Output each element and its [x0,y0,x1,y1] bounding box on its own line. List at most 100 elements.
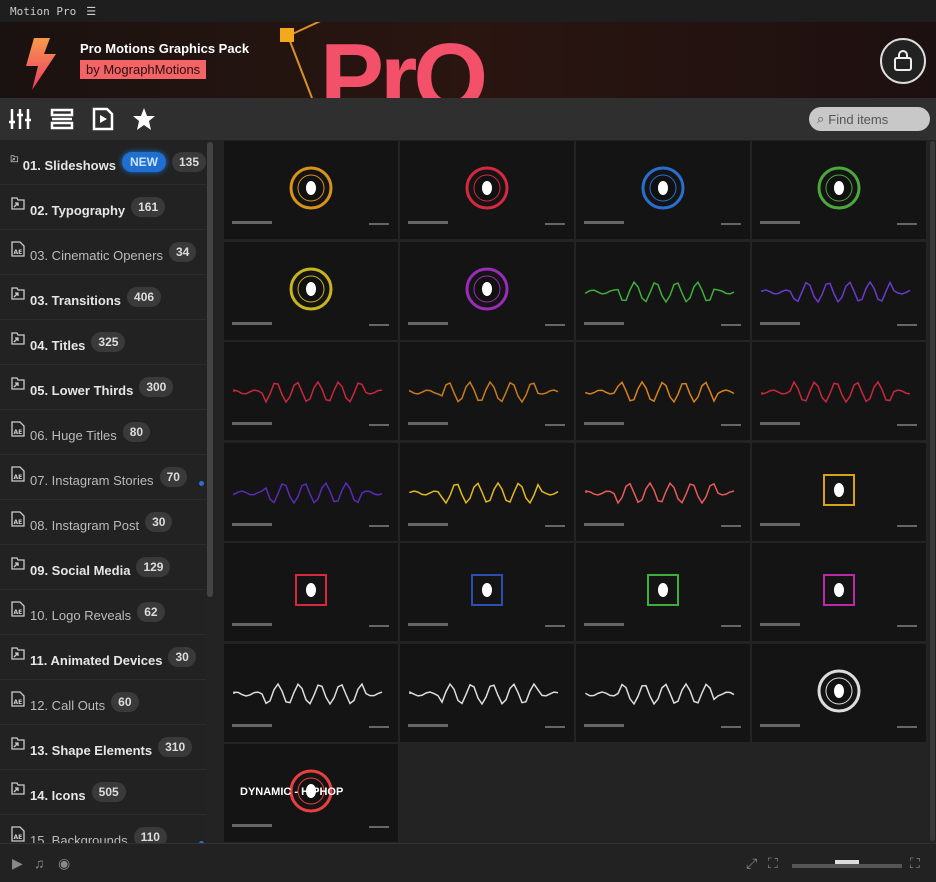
fullscreen-icon[interactable]: ⛶ [768,855,778,872]
fit-icon[interactable]: ⤢ [746,855,757,872]
grid-scrollbar[interactable] [930,141,935,841]
sliders-icon[interactable] [8,107,32,131]
banner[interactable]: Pro Motions Graphics Pack by MographMoti… [0,22,936,98]
sidebar-item[interactable]: 11. Animated Devices 30 [0,635,206,680]
thumbnail-art-icon [224,141,398,239]
item-count-badge: 62 [137,602,165,622]
thumbnail-art-icon [752,342,926,440]
template-thumbnail[interactable] [576,241,750,340]
template-thumbnail[interactable] [752,442,926,541]
template-thumbnail[interactable] [576,643,750,742]
template-thumbnail[interactable] [400,342,574,440]
thumbnail-art-icon [400,141,574,239]
svg-text:AE: AE [14,609,23,616]
svg-text:AE: AE [14,519,23,526]
template-thumbnail[interactable] [752,342,926,440]
sidebar-item[interactable]: 02. Typography 161 [0,185,206,230]
template-thumbnail[interactable] [576,442,750,541]
template-thumbnail[interactable] [752,643,926,742]
template-thumbnail[interactable] [576,141,750,239]
template-thumbnail[interactable]: DYNAMIC - HIPHOP [224,744,398,842]
sidebar-item[interactable]: AE 03. Cinematic Openers 34 [0,230,206,275]
play-file-icon[interactable] [91,107,115,131]
banner-author[interactable]: by MographMotions [80,60,207,79]
sidebar-item[interactable]: 05. Lower Thirds 300 [0,365,206,410]
sidebar-item-label: 08. Instagram Post [30,517,140,533]
sidebar-item[interactable]: 13. Shape Elements 310 [0,725,206,770]
thumbnail-caption: DYNAMIC - HIPHOP [240,786,344,798]
folder-link-icon [11,377,25,390]
sidebar-item-label: 15. Backgrounds [30,832,128,844]
sidebar-item-label: 03. Transitions [30,292,122,308]
template-thumbnail[interactable] [400,241,574,340]
item-count-badge: 135 [171,152,206,172]
banner-art-text: PrO [320,24,488,99]
thumbnail-art-icon [400,643,574,742]
sidebar-item-label: 10. Logo Reveals [30,607,132,623]
template-thumbnail[interactable] [400,141,574,239]
thumbnail-art-icon [400,543,574,641]
sidebar-item[interactable]: AE 15. Backgrounds 110 [0,815,206,843]
folder-link-icon [11,647,25,660]
expand-icon[interactable]: ⛶ [910,855,920,872]
sidebar-item[interactable]: 09. Social Media 129 [0,545,206,590]
item-count-badge: 30 [168,647,196,667]
thumbnail-art-icon [576,643,750,742]
template-thumbnail[interactable] [400,442,574,541]
thumbnail-art-icon [752,643,926,742]
sidebar-item[interactable]: 14. Icons 505 [0,770,206,815]
sidebar-item[interactable]: AE 10. Logo Reveals 62 [0,590,206,635]
item-count-badge: 30 [145,512,173,532]
banner-title: Pro Motions Graphics Pack [80,41,250,56]
template-thumbnail[interactable] [576,342,750,440]
template-thumbnail[interactable] [224,241,398,340]
template-thumbnail[interactable] [224,543,398,641]
hamburger-icon[interactable]: ☰ [86,5,96,18]
sidebar-item-label: 06. Huge Titles [30,427,117,443]
thumb-size-slider[interactable] [792,860,902,868]
video-icon[interactable]: ▶ [12,855,23,872]
ae-file-icon: AE [11,601,25,617]
sidebar-item-label: 11. Animated Devices [30,652,163,668]
sidebar-item[interactable]: 04. Titles 325 [0,320,206,365]
item-count-badge: 161 [131,197,166,217]
template-thumbnail[interactable] [752,141,926,239]
search-input[interactable]: ⌕ Find items [809,107,930,131]
toggle-icon[interactable]: ◉ [58,855,70,872]
shop-bag-button[interactable] [880,38,926,84]
template-thumbnail[interactable] [224,342,398,440]
template-thumbnail[interactable] [752,543,926,641]
sidebar-item-label: 09. Social Media [30,562,131,578]
thumbnail-art-icon [752,442,926,541]
thumbnail-art-icon [576,342,750,440]
item-count-badge: 110 [133,827,167,843]
svg-text:AE: AE [14,834,23,841]
template-thumbnail[interactable] [752,241,926,340]
thumbnail-art-icon [752,241,926,340]
folder-link-icon [11,287,25,300]
thumbnail-art-icon [576,241,750,340]
thumbnail-art-icon [224,342,398,440]
thumbnail-art-icon [400,241,574,340]
sidebar-item[interactable]: AE 06. Huge Titles 80 [0,410,206,455]
sidebar-item[interactable]: 03. Transitions 406 [0,275,206,320]
template-thumbnail[interactable] [576,543,750,641]
slider-knob[interactable] [835,860,859,864]
template-thumbnail[interactable] [224,442,398,541]
template-thumbnail[interactable] [400,543,574,641]
indicator-dot [199,481,204,486]
sidebar-item-label: 05. Lower Thirds [30,382,134,398]
sidebar-item-label: 13. Shape Elements [30,742,153,758]
template-thumbnail[interactable] [224,643,398,742]
list-icon[interactable] [50,107,74,131]
template-thumbnail[interactable] [400,643,574,742]
thumbnail-art-icon [400,342,574,440]
sidebar-scrollbar[interactable] [207,142,213,597]
sidebar-item[interactable]: 01. Slideshows NEW 135 [0,140,206,185]
sidebar-item[interactable]: AE 12. Call Outs 60 [0,680,206,725]
template-thumbnail[interactable] [224,141,398,239]
sidebar-item[interactable]: AE 08. Instagram Post 30 [0,500,206,545]
sidebar-item[interactable]: AE 07. Instagram Stories 70 [0,455,206,500]
star-icon[interactable] [132,107,156,131]
music-icon[interactable]: ♫ [34,855,45,871]
